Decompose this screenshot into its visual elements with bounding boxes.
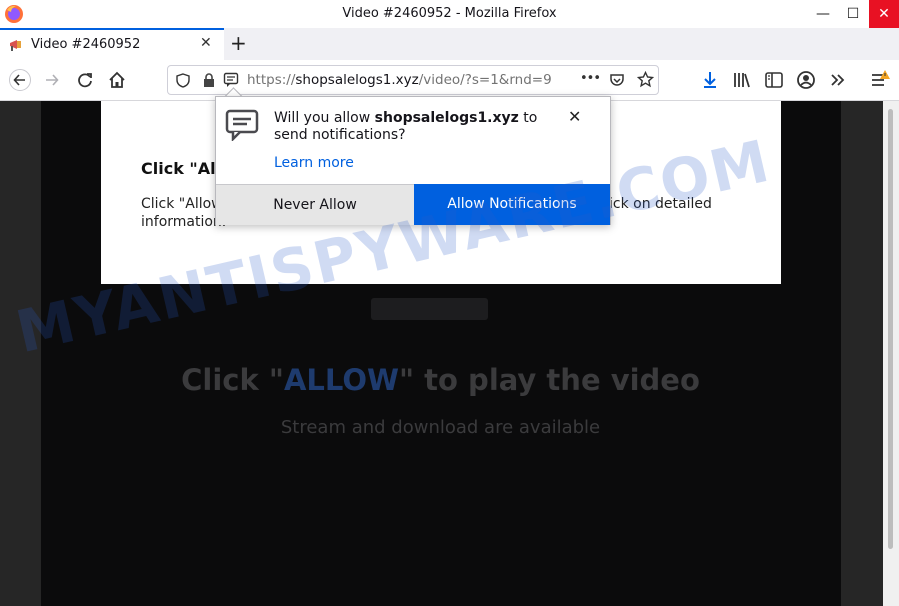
url-bar[interactable]: https://shopsalelogs1.xyz/video/?s=1&rnd… <box>167 65 659 95</box>
play-video-headline: Click "ALLOW" to play the video <box>0 363 881 397</box>
sidebar-icon[interactable] <box>763 69 785 91</box>
maximize-button[interactable]: ☐ <box>836 0 870 28</box>
url-text[interactable]: https://shopsalelogs1.xyz/video/?s=1&rnd… <box>247 72 567 88</box>
tab-strip: Video #2460952 ✕ + <box>0 28 899 60</box>
popup-question: Will you allow shopsalelogs1.xyz to <box>274 110 537 126</box>
home-icon[interactable] <box>106 69 128 91</box>
panel-text-line1: Click "Allow <box>141 196 223 212</box>
allow-notifications-button[interactable]: Allow Notifications <box>414 184 610 225</box>
account-icon[interactable] <box>795 69 817 91</box>
overflow-chevrons-icon[interactable] <box>827 69 849 91</box>
play-allow-word: ALLOW <box>283 363 399 397</box>
downloads-icon[interactable] <box>699 69 721 91</box>
new-tab-button[interactable]: + <box>230 31 247 55</box>
panel-text-right: ick on detailed <box>609 196 712 212</box>
notification-permission-popup: Will you allow shopsalelogs1.xyz to send… <box>215 96 611 225</box>
pocket-icon[interactable] <box>609 72 625 88</box>
menu-icon[interactable] <box>868 69 890 91</box>
dim-placeholder-bar <box>371 298 488 320</box>
panel-text-line2: information. <box>141 214 227 230</box>
popup-question-prefix: Will you allow <box>274 110 375 126</box>
lock-icon[interactable] <box>203 73 215 88</box>
url-host: shopsalelogs1.xyz <box>295 72 419 88</box>
forward-icon[interactable] <box>41 69 63 91</box>
popup-question-host: shopsalelogs1.xyz <box>374 110 519 126</box>
message-bubble-icon <box>225 109 259 141</box>
minimize-button[interactable]: — <box>806 0 840 28</box>
reload-icon[interactable] <box>74 69 96 91</box>
tab-video[interactable]: Video #2460952 ✕ <box>0 28 224 60</box>
scrollbar-thumb[interactable] <box>888 109 893 549</box>
learn-more-link[interactable]: Learn more <box>274 155 354 171</box>
bookmark-star-icon[interactable] <box>637 71 654 88</box>
tab-close-button[interactable]: ✕ <box>200 35 212 51</box>
panel-heading: Click "Al <box>141 159 216 178</box>
library-icon[interactable] <box>731 69 753 91</box>
popup-question-line2: send notifications? <box>274 127 406 143</box>
close-window-button[interactable]: ✕ <box>869 0 899 28</box>
title-bar: Video #2460952 - Mozilla Firefox — ☐ ✕ <box>0 0 899 29</box>
play-prefix: Click " <box>181 363 284 397</box>
url-path: /video/?s=1&rnd=9 <box>418 72 552 88</box>
window-title: Video #2460952 - Mozilla Firefox <box>342 6 557 21</box>
play-suffix: " to play the video <box>398 363 700 397</box>
popup-close-button[interactable]: ✕ <box>568 107 581 126</box>
back-icon[interactable] <box>9 69 31 91</box>
notification-permission-icon[interactable] <box>223 72 239 88</box>
megaphone-icon <box>10 40 21 51</box>
page-actions-menu-icon[interactable]: ••• <box>580 71 601 86</box>
popup-question-suffix: to <box>518 110 538 126</box>
navigation-toolbar: https://shopsalelogs1.xyz/video/?s=1&rnd… <box>0 60 899 101</box>
scrollbar[interactable] <box>883 101 899 606</box>
tab-title: Video #2460952 <box>31 37 141 52</box>
url-scheme: https:// <box>247 72 296 88</box>
stream-subtext: Stream and download are available <box>280 417 601 438</box>
shield-icon[interactable] <box>176 73 190 88</box>
never-allow-button[interactable]: Never Allow <box>216 184 414 225</box>
